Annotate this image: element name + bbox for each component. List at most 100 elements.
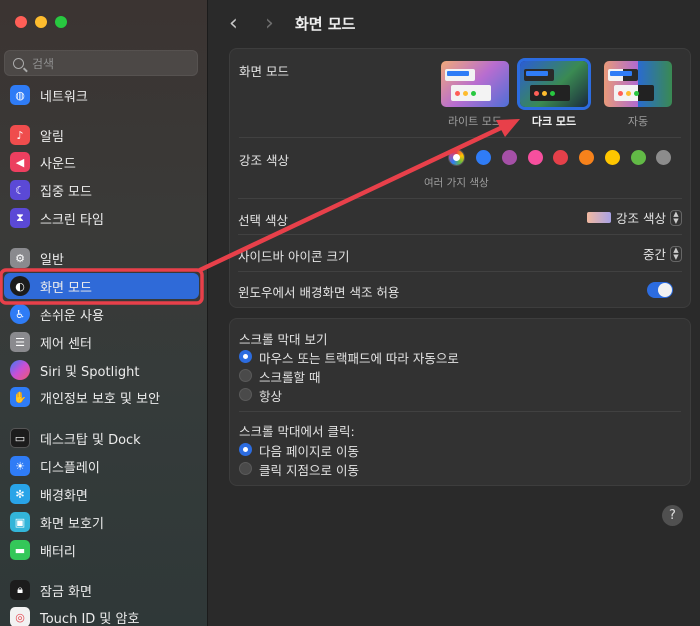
scroll-click-spot-label: 클릭 지점으로 이동 bbox=[259, 463, 359, 478]
sidebar-item-general[interactable]: ⚙ 일반 bbox=[4, 245, 199, 271]
accent-yellow-swatch[interactable] bbox=[605, 150, 620, 165]
close-window-button[interactable] bbox=[15, 16, 27, 28]
divider bbox=[238, 234, 682, 235]
sidebar-item-accessibility[interactable]: ♿ 손쉬운 사용 bbox=[4, 301, 199, 327]
sidebar-item-appearance[interactable]: ◐ 화면 모드 bbox=[4, 273, 199, 299]
sidebar-item-sound[interactable]: ◀ 사운드 bbox=[4, 149, 199, 175]
appearance-icon: ◐ bbox=[10, 276, 30, 296]
chevron-updown-icon: ▲ ▼ bbox=[670, 209, 682, 226]
sidebar-item-privacy-security[interactable]: ✋ 개인정보 보호 및 보안 bbox=[4, 384, 199, 410]
sidebar-item-label: 네트워크 bbox=[40, 89, 88, 105]
sidebar-item-label: 개인정보 보호 및 보안 bbox=[40, 391, 161, 407]
sidebar-item-siri-spotlight[interactable]: Siri 및 Spotlight bbox=[4, 357, 199, 383]
scrollbar-when-scrolling-label: 스크롤할 때 bbox=[259, 370, 321, 385]
sidebar-item-control-center[interactable]: ☰ 제어 센터 bbox=[4, 329, 199, 355]
sidebar-icon-size-value: 중간 bbox=[642, 247, 666, 262]
sidebar-item-screen-saver[interactable]: ▣ 화면 보호기 bbox=[4, 509, 199, 535]
auto-mode-thumbnail[interactable] bbox=[604, 61, 672, 107]
accent-caption: 여러 가지 색상 bbox=[424, 177, 489, 189]
hand-icon: ✋ bbox=[10, 387, 30, 407]
scrollbar-auto-label: 마우스 또는 트랙패드에 따라 자동으로 bbox=[259, 351, 459, 366]
accent-orange-swatch[interactable] bbox=[579, 150, 594, 165]
page-title: 화면 모드 bbox=[295, 15, 356, 33]
speaker-icon: ◀ bbox=[10, 152, 30, 172]
zoom-window-button[interactable] bbox=[55, 16, 67, 28]
sidebar-item-label: 배경화면 bbox=[40, 488, 88, 504]
hourglass-icon: ⧗ bbox=[10, 208, 30, 228]
main-pane: ‹ › 화면 모드 화면 모드 라이트 모드 다크 모드 자동 강조 색상 여러… bbox=[209, 0, 700, 626]
light-mode-label: 라이트 모드 bbox=[447, 115, 503, 128]
accent-multicolor-swatch[interactable] bbox=[449, 150, 464, 165]
dock-icon: ▭ bbox=[10, 428, 30, 448]
highlight-color-label: 선택 색상 bbox=[238, 213, 288, 228]
sidebar-item-label: 일반 bbox=[40, 252, 64, 268]
sidebar-item-label: 알림 bbox=[40, 129, 64, 145]
accent-color-label: 강조 색상 bbox=[239, 153, 289, 168]
sidebar-icon-size-popup[interactable]: 중간 ▲ ▼ bbox=[643, 244, 682, 263]
accent-purple-swatch[interactable] bbox=[502, 150, 517, 165]
sidebar-item-network[interactable]: ◍ 네트워크 bbox=[4, 82, 199, 108]
auto-mode-label: 자동 bbox=[627, 115, 649, 128]
forward-button[interactable]: › bbox=[265, 11, 274, 36]
sidebar-item-label: 집중 모드 bbox=[40, 184, 92, 200]
accent-blue-swatch[interactable] bbox=[476, 150, 491, 165]
divider bbox=[239, 411, 681, 412]
divider bbox=[239, 137, 681, 138]
sidebar-item-label: 제어 센터 bbox=[40, 336, 92, 352]
sidebar-item-label: 배터리 bbox=[40, 544, 76, 560]
accent-red-swatch[interactable] bbox=[553, 150, 568, 165]
sidebar-item-battery[interactable]: ▬ 배터리 bbox=[4, 537, 199, 563]
bell-icon: ♪ bbox=[10, 125, 30, 145]
scroll-click-label: 스크롤 막대에서 클릭: bbox=[239, 424, 355, 439]
scroll-click-spot-radio[interactable] bbox=[239, 462, 252, 475]
sidebar-item-displays[interactable]: ☀ 디스플레이 bbox=[4, 453, 199, 479]
sidebar-icon-size-label: 사이드바 아이콘 크기 bbox=[238, 249, 350, 264]
search-placeholder: 검색 bbox=[32, 56, 55, 71]
moon-icon: ☾ bbox=[10, 180, 30, 200]
back-button[interactable]: ‹ bbox=[229, 11, 238, 36]
highlight-color-popup[interactable]: 강조 색상 ▲ ▼ bbox=[587, 208, 682, 227]
sidebar-item-lock-screen[interactable]: 🔒︎ 잠금 화면 bbox=[4, 577, 199, 603]
accent-pink-swatch[interactable] bbox=[528, 150, 543, 165]
sidebar-item-label: 사운드 bbox=[40, 156, 76, 172]
scroll-click-next-page-radio[interactable] bbox=[239, 443, 252, 456]
sidebar-item-label: 데스크탑 및 Dock bbox=[40, 432, 141, 448]
sidebar: 검색 ◍ 네트워크 ♪ 알림 ◀ 사운드 ☾ 집중 모드 ⧗ 스크린 타임 ⚙ … bbox=[0, 0, 208, 626]
sidebar-item-label: Touch ID 및 암호 bbox=[40, 611, 140, 626]
globe-icon: ◍ bbox=[10, 85, 30, 105]
dark-mode-label: 다크 모드 bbox=[531, 115, 577, 128]
scrollbar-auto-radio[interactable] bbox=[239, 350, 252, 363]
sun-icon: ☀ bbox=[10, 456, 30, 476]
wallpaper-tinting-label: 윈도우에서 배경화면 색조 허용 bbox=[238, 285, 400, 300]
sidebar-item-touch-id[interactable]: ◎ Touch ID 및 암호 bbox=[4, 604, 199, 626]
sidebar-item-label: 손쉬운 사용 bbox=[40, 308, 104, 324]
sidebar-item-notifications[interactable]: ♪ 알림 bbox=[4, 122, 199, 148]
sidebar-item-desktop-dock[interactable]: ▭ 데스크탑 및 Dock bbox=[4, 425, 199, 451]
siri-icon bbox=[10, 360, 30, 380]
sidebar-item-wallpaper[interactable]: ✻ 배경화면 bbox=[4, 481, 199, 507]
light-mode-thumbnail[interactable] bbox=[441, 61, 509, 107]
sidebar-item-focus[interactable]: ☾ 집중 모드 bbox=[4, 177, 199, 203]
scrollbar-visibility-label: 스크롤 막대 보기 bbox=[239, 332, 328, 347]
search-icon bbox=[13, 57, 24, 69]
search-input[interactable]: 검색 bbox=[4, 50, 198, 76]
dark-mode-thumbnail[interactable] bbox=[520, 61, 588, 107]
scrollbar-always-radio[interactable] bbox=[239, 388, 252, 401]
scroll-click-next-page-label: 다음 페이지로 이동 bbox=[259, 444, 359, 459]
scrollbar-when-scrolling-radio[interactable] bbox=[239, 369, 252, 382]
help-button[interactable]: ? bbox=[662, 505, 683, 526]
accent-graphite-swatch[interactable] bbox=[656, 150, 671, 165]
highlight-color-value: 강조 색상 bbox=[616, 211, 666, 226]
scrollbar-settings-group: 스크롤 막대 보기 마우스 또는 트랙패드에 따라 자동으로 스크롤할 때 항상… bbox=[229, 318, 691, 486]
flower-icon: ✻ bbox=[10, 484, 30, 504]
minimize-window-button[interactable] bbox=[35, 16, 47, 28]
sidebar-item-screen-time[interactable]: ⧗ 스크린 타임 bbox=[4, 205, 199, 231]
accent-green-swatch[interactable] bbox=[631, 150, 646, 165]
sidebar-item-label: 스크린 타임 bbox=[40, 212, 104, 228]
sidebar-item-label: 디스플레이 bbox=[40, 460, 100, 476]
battery-icon: ▬ bbox=[10, 540, 30, 560]
sidebar-item-label: 잠금 화면 bbox=[40, 584, 92, 600]
settings-window: 검색 ◍ 네트워크 ♪ 알림 ◀ 사운드 ☾ 집중 모드 ⧗ 스크린 타임 ⚙ … bbox=[0, 0, 700, 626]
highlight-color-preview bbox=[587, 212, 612, 223]
wallpaper-tinting-toggle[interactable] bbox=[647, 282, 673, 298]
